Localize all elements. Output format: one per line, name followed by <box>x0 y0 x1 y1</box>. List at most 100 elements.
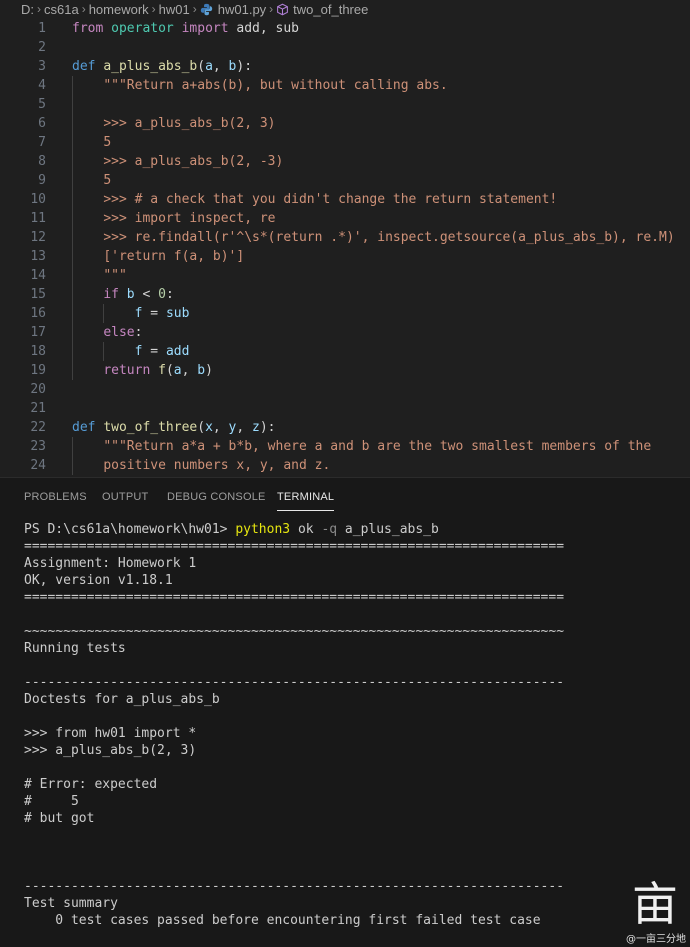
code-line[interactable]: 7 5 <box>0 133 690 152</box>
code-line[interactable]: 5 <box>0 95 690 114</box>
code-text: 5 <box>72 133 111 152</box>
code-line[interactable]: 16 f = sub <box>0 304 690 323</box>
indent-guide <box>72 95 73 114</box>
code-token: = <box>150 306 159 321</box>
line-number: 24 <box>30 458 46 473</box>
code-line[interactable]: 1 from operator import add, sub <box>0 19 690 38</box>
code-token: b <box>197 363 206 378</box>
code-line[interactable]: 10 >>> # a check that you didn't change … <box>0 190 690 209</box>
code-text: f = sub <box>72 304 190 323</box>
code-line[interactable]: 14 """ <box>0 266 690 285</box>
code-token: , <box>212 420 229 435</box>
code-line[interactable]: 20 <box>0 380 690 399</box>
code-token: 5 <box>103 173 112 188</box>
code-text: >>> a_plus_abs_b(2, -3) <box>72 152 283 171</box>
code-line[interactable]: 22 def two_of_three(x, y, z): <box>0 418 690 437</box>
code-line[interactable]: 3 def a_plus_abs_b(a, b): <box>0 57 690 76</box>
line-number: 14 <box>30 268 46 283</box>
tab-output[interactable]: OUTPUT <box>102 491 148 503</box>
terminal-line: Running tests <box>24 641 126 656</box>
code-line[interactable]: 11 >>> import inspect, re <box>0 209 690 228</box>
code-token: ): <box>259 420 276 435</box>
code-token: 5 <box>103 135 112 150</box>
code-text: positive numbers x, y, and z. <box>72 456 330 475</box>
tab-problems[interactable]: PROBLEMS <box>24 491 87 503</box>
code-token: = <box>150 344 159 359</box>
code-token: a_plus_abs_b <box>103 59 198 74</box>
terminal-line: # Error: expected <box>24 777 158 792</box>
code-line[interactable]: 21 <box>0 399 690 418</box>
tab-terminal[interactable]: TERMINAL <box>277 491 335 511</box>
code-token: """Return a+abs(b), but without calling … <box>103 78 448 93</box>
terminal-line: Test summary <box>24 896 118 911</box>
line-number: 9 <box>38 173 46 188</box>
line-number: 8 <box>38 154 46 169</box>
code-line[interactable]: 4 """Return a+abs(b), but without callin… <box>0 76 690 95</box>
code-token: , <box>236 420 253 435</box>
code-line[interactable]: 18 f = add <box>0 342 690 361</box>
code-line[interactable]: 2 <box>0 38 690 57</box>
breadcrumb-symbol[interactable]: two_of_three <box>293 2 368 17</box>
code-line[interactable]: 23 """Return a*a + b*b, where a and b ar… <box>0 437 690 456</box>
line-number: 23 <box>30 439 46 454</box>
code-token: >>> a_plus_abs_b(2, 3) <box>103 116 276 131</box>
code-line[interactable]: 17 else: <box>0 323 690 342</box>
terminal-line: ----------------------------------------… <box>24 879 565 894</box>
code-token: ( <box>197 59 206 74</box>
code-line[interactable]: 6 >>> a_plus_abs_b(2, 3) <box>0 114 690 133</box>
breadcrumb-hw01[interactable]: hw01 <box>159 2 190 17</box>
code-text: >>> import inspect, re <box>72 209 275 228</box>
code-text: ['return f(a, b)'] <box>72 247 244 266</box>
terminal-line: # but got <box>24 811 95 826</box>
chevron-right-icon: › <box>192 2 197 16</box>
breadcrumb-homework[interactable]: homework <box>89 2 149 17</box>
code-line[interactable]: 15 if b < 0: <box>0 285 690 304</box>
code-token: sub <box>165 306 190 321</box>
code-line[interactable]: 8 >>> a_plus_abs_b(2, -3) <box>0 152 690 171</box>
code-token: def <box>72 59 96 74</box>
terminal-line: Assignment: Homework 1 <box>24 556 197 571</box>
code-text: """Return a+abs(b), but without calling … <box>72 76 448 95</box>
terminal-prompt: PS D:\cs61a\homework\hw01> <box>24 522 236 537</box>
code-line[interactable]: 9 5 <box>0 171 690 190</box>
code-token: : <box>165 287 174 302</box>
code-line[interactable]: 19 return f(a, b) <box>0 361 690 380</box>
code-token: ( <box>197 420 206 435</box>
code-token: ) <box>205 363 213 378</box>
code-line[interactable]: 13 ['return f(a, b)'] <box>0 247 690 266</box>
code-token: ['return f(a, b)'] <box>103 249 245 264</box>
code-token: : <box>134 325 143 340</box>
terminal-line: 0 test cases passed before encountering … <box>24 913 541 928</box>
breadcrumb: D: › cs61a › homework › hw01 › hw01.py ›… <box>0 0 690 18</box>
terminal-prompt-line: PS D:\cs61a\homework\hw01> python3 ok -q… <box>24 521 439 538</box>
breadcrumb-drive[interactable]: D: <box>21 2 34 17</box>
code-text: """Return a*a + b*b, where a and b are t… <box>72 437 651 456</box>
code-text: """ <box>72 266 126 285</box>
code-text: def a_plus_abs_b(a, b): <box>72 57 252 76</box>
code-token: 0 <box>158 287 166 302</box>
code-token: z <box>252 420 260 435</box>
breadcrumb-file[interactable]: hw01.py <box>218 2 266 17</box>
line-number: 17 <box>30 325 46 340</box>
code-line[interactable]: 24 positive numbers x, y, and z. <box>0 456 690 475</box>
terminal-line: OK, version v1.18.1 <box>24 573 173 588</box>
terminal-line: >>> a_plus_abs_b(2, 3) <box>24 743 197 758</box>
tab-debug-console[interactable]: DEBUG CONSOLE <box>167 491 266 503</box>
code-editor[interactable]: 1 from operator import add, sub 2 3 def a_pl… <box>0 18 690 477</box>
code-line[interactable]: 12 >>> re.findall(r'^\s*(return .*)', in… <box>0 228 690 247</box>
breadcrumb-cs61a[interactable]: cs61a <box>44 2 79 17</box>
terminal-line: >>> from hw01 import * <box>24 726 197 741</box>
code-text: >>> re.findall(r'^\s*(return .*)', inspe… <box>72 228 674 247</box>
